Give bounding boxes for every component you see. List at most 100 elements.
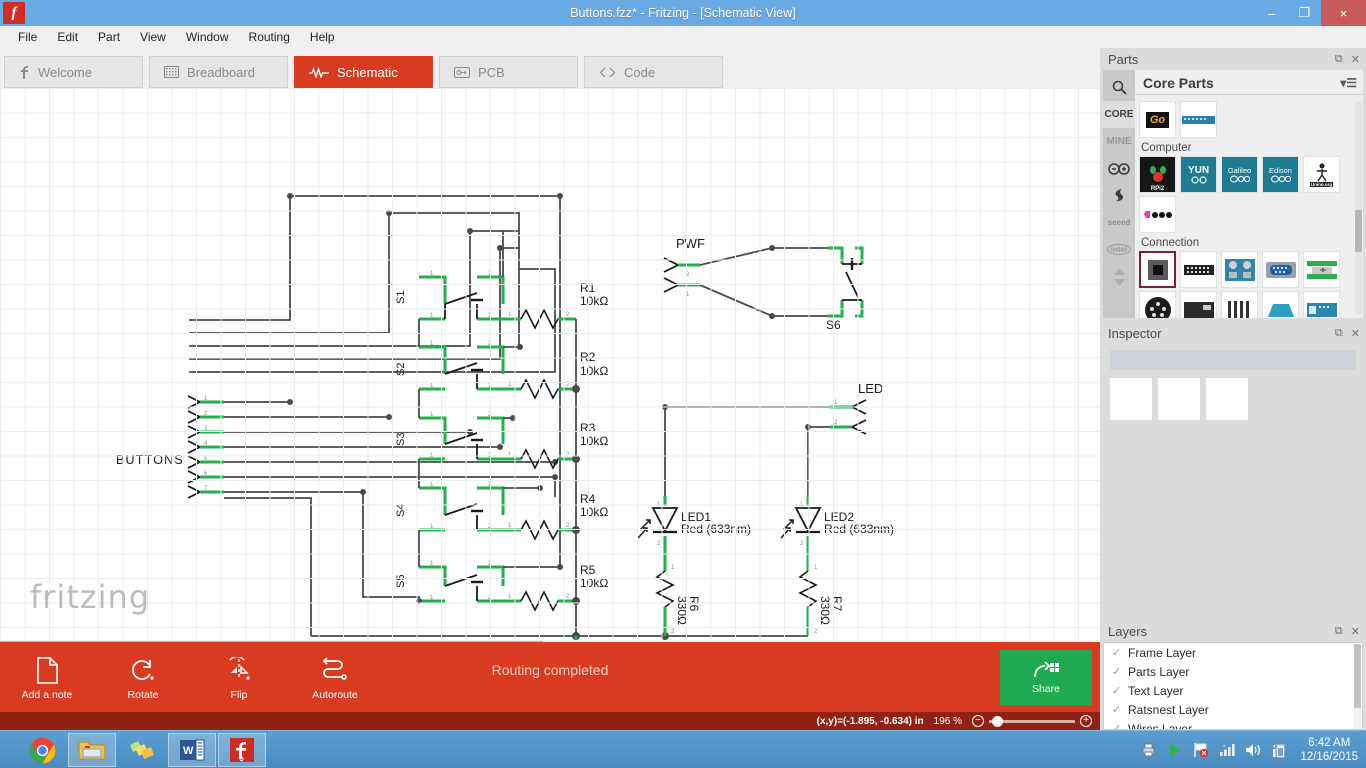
scrollbar-thumb[interactable] <box>1355 210 1362 252</box>
status-bar: (x,y)=(-1.895, -0.634) in 196 % − + <box>0 712 1100 730</box>
menu-item-edit[interactable]: Edit <box>47 28 88 46</box>
layers-panel-header: Layers ⧉ ✕ <box>1100 620 1366 642</box>
part-yun[interactable]: YUN <box>1180 156 1217 193</box>
bin-core-tab[interactable]: CORE <box>1103 101 1135 128</box>
close-button[interactable]: × <box>1321 0 1366 26</box>
view-tabs: Welcome Breadboard Schematic PCB Code <box>0 48 1100 88</box>
inspector-body <box>1103 344 1363 618</box>
hamburger-menu-icon[interactable]: ▾☰ <box>1340 76 1357 90</box>
close-icon[interactable]: ✕ <box>1351 53 1360 66</box>
float-window-icon[interactable]: ⧉ <box>1335 53 1343 66</box>
minimize-button[interactable]: – <box>1255 0 1288 26</box>
bottom-toolbar: Add a note Rotate Flip Autoroute Routing… <box>0 642 1100 712</box>
part-go[interactable]: Go <box>1139 101 1176 138</box>
taskbar-folders-icon[interactable] <box>118 733 166 767</box>
parts-bin-list[interactable]: Go Computer RPi2 YUN Galileo Edison Unin… <box>1135 99 1363 318</box>
media-play-icon[interactable] <box>1166 742 1183 759</box>
layer-row-text[interactable]: ✓ Text Layer <box>1104 681 1362 700</box>
bin-mine-tab[interactable]: MINE <box>1103 128 1135 155</box>
plus-circle-icon[interactable]: + <box>1080 715 1092 727</box>
part-edison[interactable]: Edison <box>1262 156 1299 193</box>
part-db9-connector[interactable] <box>1262 251 1299 288</box>
float-window-icon[interactable]: ⧉ <box>1335 625 1343 638</box>
close-icon[interactable]: ✕ <box>1351 625 1360 638</box>
part-din-connector[interactable] <box>1139 291 1176 318</box>
part-unino[interactable]: Unino.org <box>1303 156 1340 193</box>
part-blue-board[interactable] <box>1180 101 1217 138</box>
taskbar-file-explorer-icon[interactable] <box>68 733 116 767</box>
tab-breadboard[interactable]: Breadboard <box>149 56 288 88</box>
share-button[interactable]: Share <box>1000 650 1092 705</box>
layer-label: Ratsnest Layer <box>1128 702 1209 717</box>
battery-icon[interactable] <box>1270 742 1287 759</box>
part-galileo[interactable]: Galileo <box>1221 156 1258 193</box>
check-icon: ✓ <box>1112 647 1122 659</box>
inspector-thumb-breadboard[interactable] <box>1110 378 1152 420</box>
tab-welcome[interactable]: Welcome <box>4 56 143 88</box>
tab-code[interactable]: Code <box>584 56 723 88</box>
tab-schematic[interactable]: Schematic <box>294 56 433 88</box>
part-card-slot[interactable] <box>1180 291 1217 318</box>
part-shield[interactable] <box>1262 291 1299 318</box>
maximize-button[interactable]: ❐ <box>1288 0 1321 26</box>
menu-item-help[interactable]: Help <box>300 28 345 46</box>
parts-panel: Parts ⧉ ✕ CORE MINE seeed intel Core Par… <box>1100 48 1366 320</box>
taskbar-chrome-icon[interactable] <box>18 733 66 767</box>
part-usb-board[interactable] <box>1303 251 1340 288</box>
part-ribbon[interactable] <box>1221 291 1258 318</box>
printer-icon[interactable] <box>1140 742 1157 759</box>
inspector-title-field[interactable] <box>1110 350 1356 370</box>
panel-title: Inspector <box>1108 325 1162 341</box>
arduino-icon[interactable] <box>1103 155 1135 182</box>
minus-circle-icon[interactable]: − <box>972 715 984 727</box>
part-rpi2[interactable]: RPi2 <box>1139 156 1176 193</box>
part-pink-mouse[interactable] <box>1139 196 1176 233</box>
layer-row-parts[interactable]: ✓ Parts Layer <box>1104 662 1362 681</box>
part-terminal-block[interactable] <box>1221 251 1258 288</box>
layers-list[interactable]: ✓ Frame Layer ✓ Parts Layer ✓ Text Layer… <box>1103 642 1363 730</box>
zoom-track[interactable] <box>989 715 1075 727</box>
flag-alert-icon[interactable] <box>1192 742 1209 759</box>
zoom-slider[interactable]: − + <box>972 715 1092 727</box>
scrollbar-thumb[interactable] <box>1354 644 1361 708</box>
tab-label: Breadboard <box>187 64 255 80</box>
check-icon: ✓ <box>1112 704 1122 716</box>
part-breakout[interactable] <box>1303 291 1340 318</box>
parts-bin-scrollbar[interactable] <box>1355 102 1362 314</box>
scroll-arrows-icon[interactable] <box>1103 263 1135 290</box>
window-title: Buttons.fzz* - Fritzing - [Schematic Vie… <box>570 6 796 20</box>
intel-icon[interactable]: intel <box>1103 236 1135 263</box>
inspector-thumb-pcb[interactable] <box>1206 378 1248 420</box>
schematic-canvas[interactable]: fritzing <box>0 88 1100 640</box>
fritzing-window: f Buttons.fzz* - Fritzing - [Schematic V… <box>0 0 1366 768</box>
menu-item-file[interactable]: File <box>8 28 47 46</box>
taskbar-clock[interactable]: 6:42 AM 12/16/2015 <box>1296 736 1358 764</box>
tool-label: Flip <box>230 689 248 701</box>
layer-row-wires[interactable]: ✓ Wires Layer <box>1104 719 1362 730</box>
signal-icon[interactable]: * <box>1218 742 1235 759</box>
taskbar-word-icon[interactable]: W <box>168 733 216 767</box>
taskbar-fritzing-icon[interactable] <box>218 733 266 767</box>
menu-item-part[interactable]: Part <box>88 28 130 46</box>
bin-row <box>1139 251 1359 288</box>
menu-item-routing[interactable]: Routing <box>239 28 300 46</box>
volume-icon[interactable] <box>1244 742 1261 759</box>
parts-panel-header: Parts ⧉ ✕ <box>1100 48 1366 70</box>
float-window-icon[interactable]: ⧉ <box>1335 327 1343 340</box>
layers-scrollbar[interactable] <box>1354 644 1361 729</box>
menu-item-window[interactable]: Window <box>176 28 239 46</box>
seeed-icon[interactable]: seeed <box>1103 209 1135 236</box>
code-icon <box>599 67 616 78</box>
inspector-thumb-schematic[interactable] <box>1158 378 1200 420</box>
menu-item-view[interactable]: View <box>130 28 176 46</box>
tab-pcb[interactable]: PCB <box>439 56 578 88</box>
part-square-jack[interactable] <box>1139 251 1176 288</box>
sparkfun-icon[interactable] <box>1103 182 1135 209</box>
part-header-strip[interactable] <box>1180 251 1217 288</box>
zoom-knob[interactable] <box>992 715 1003 727</box>
close-icon[interactable]: ✕ <box>1351 327 1360 340</box>
search-icon[interactable] <box>1103 74 1135 101</box>
layer-row-ratsnest[interactable]: ✓ Ratsnest Layer <box>1104 700 1362 719</box>
layer-label: Text Layer <box>1128 683 1184 698</box>
layer-row-frame[interactable]: ✓ Frame Layer <box>1104 643 1362 662</box>
